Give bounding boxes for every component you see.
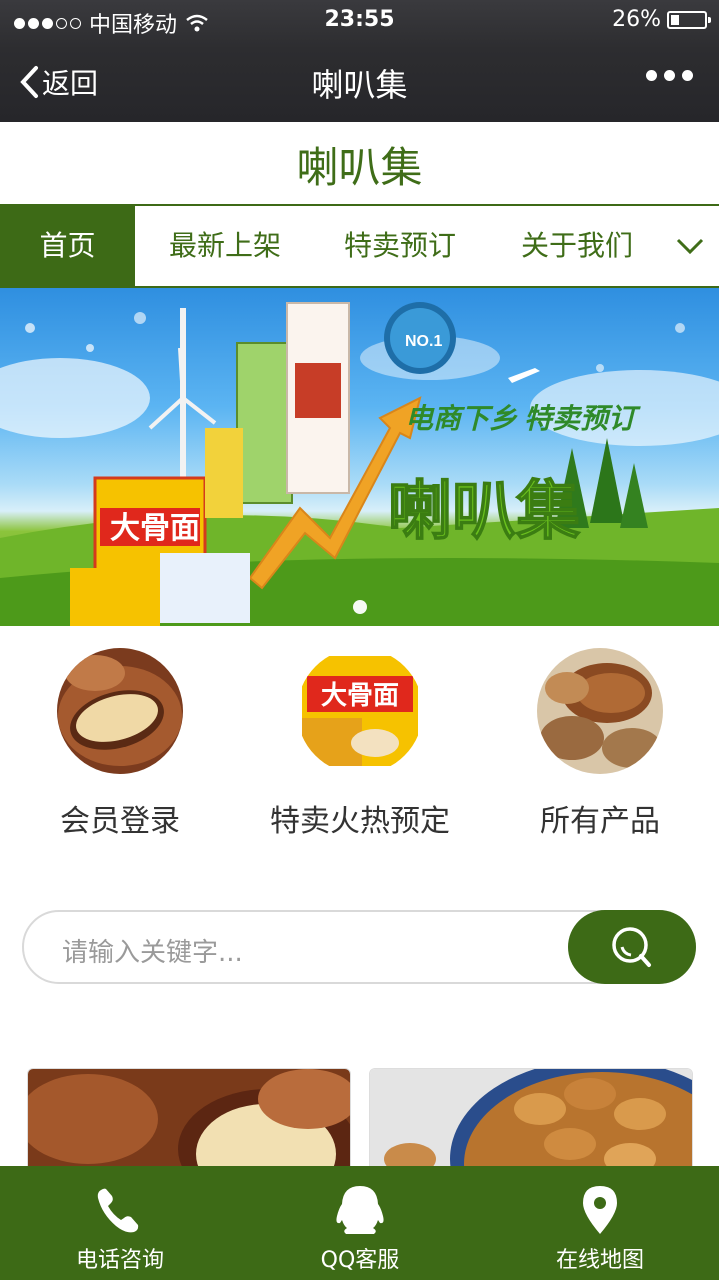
banner-package-text: 大骨面	[110, 512, 200, 545]
tab-label: 在线地图	[555, 1248, 644, 1273]
quick-links: 会员登录 大骨面 特卖火热预定 所有产品	[0, 626, 719, 886]
search-bar: 请输入关键字...	[22, 910, 696, 984]
nav-bar: 返回 喇叭集	[0, 40, 719, 122]
tab-label: 电话咨询	[75, 1248, 164, 1273]
menu-item-home[interactable]: 首页	[0, 206, 135, 286]
pager-dot[interactable]	[352, 600, 367, 614]
tab-label: QQ客服	[320, 1248, 400, 1273]
quick-package-text: 大骨面	[321, 680, 399, 710]
status-bar: 中国移动 23:55 26%	[0, 0, 719, 40]
noodle-package-photo-icon: 大骨面	[297, 648, 423, 774]
search-input[interactable]: 请输入关键字...	[62, 932, 243, 969]
more-menu-button[interactable]	[646, 70, 693, 81]
quick-link-special-preorder[interactable]: 大骨面 特卖火热预定	[240, 648, 480, 840]
quick-link-label: 所有产品	[540, 804, 660, 839]
pecan-photo-icon	[537, 648, 663, 774]
tab-phone-consult[interactable]: 电话咨询	[0, 1166, 240, 1280]
tab-online-map[interactable]: 在线地图	[480, 1166, 719, 1280]
banner-carousel[interactable]: 大骨面 NO.1 电商下乡 特卖预订 喇叭集	[0, 288, 719, 626]
qq-icon	[336, 1186, 384, 1234]
site-title: 喇叭集	[296, 143, 423, 192]
banner-badge-text: NO.1	[405, 333, 442, 350]
quick-link-label: 会员登录	[60, 804, 180, 839]
map-pin-icon	[583, 1186, 617, 1234]
quick-link-label: 特卖火热预定	[270, 804, 450, 839]
banner-brand: 喇叭集	[388, 475, 580, 547]
battery-percent: 26%	[612, 7, 661, 32]
menu-item-new-arrivals[interactable]: 最新上架	[145, 206, 305, 286]
main-menu: 首页 最新上架 特卖预订 关于我们	[0, 204, 719, 288]
product-card[interactable]	[27, 1068, 351, 1180]
quick-link-all-products[interactable]: 所有产品	[480, 648, 719, 840]
menu-item-special-preorder[interactable]: 特卖预订	[320, 206, 480, 286]
menu-item-about-us[interactable]: 关于我们	[497, 206, 657, 286]
bottom-bar: 电话咨询 QQ客服 在线地图	[0, 1166, 719, 1280]
banner-slogan: 电商下乡 特卖预订	[405, 403, 641, 435]
pine-nut-photo-icon	[57, 648, 183, 774]
product-image	[370, 1069, 692, 1179]
search-icon	[612, 927, 651, 967]
battery-area: 26%	[612, 7, 711, 32]
site-header: 喇叭集	[0, 122, 719, 205]
phone-icon	[97, 1188, 139, 1233]
quick-link-member-login[interactable]: 会员登录	[0, 648, 240, 840]
banner-pager	[0, 600, 719, 614]
top-bars: 中国移动 23:55 26% 返回 喇叭集	[0, 0, 719, 122]
banner-image: 大骨面 NO.1 电商下乡 特卖预订 喇叭集	[0, 302, 719, 626]
product-card[interactable]	[369, 1068, 693, 1180]
nav-title: 喇叭集	[311, 66, 408, 104]
battery-icon	[667, 10, 711, 29]
search-button[interactable]	[568, 910, 696, 984]
tab-qq-service[interactable]: QQ客服	[240, 1166, 480, 1280]
chevron-down-icon[interactable]	[675, 234, 705, 258]
product-image	[28, 1069, 350, 1179]
